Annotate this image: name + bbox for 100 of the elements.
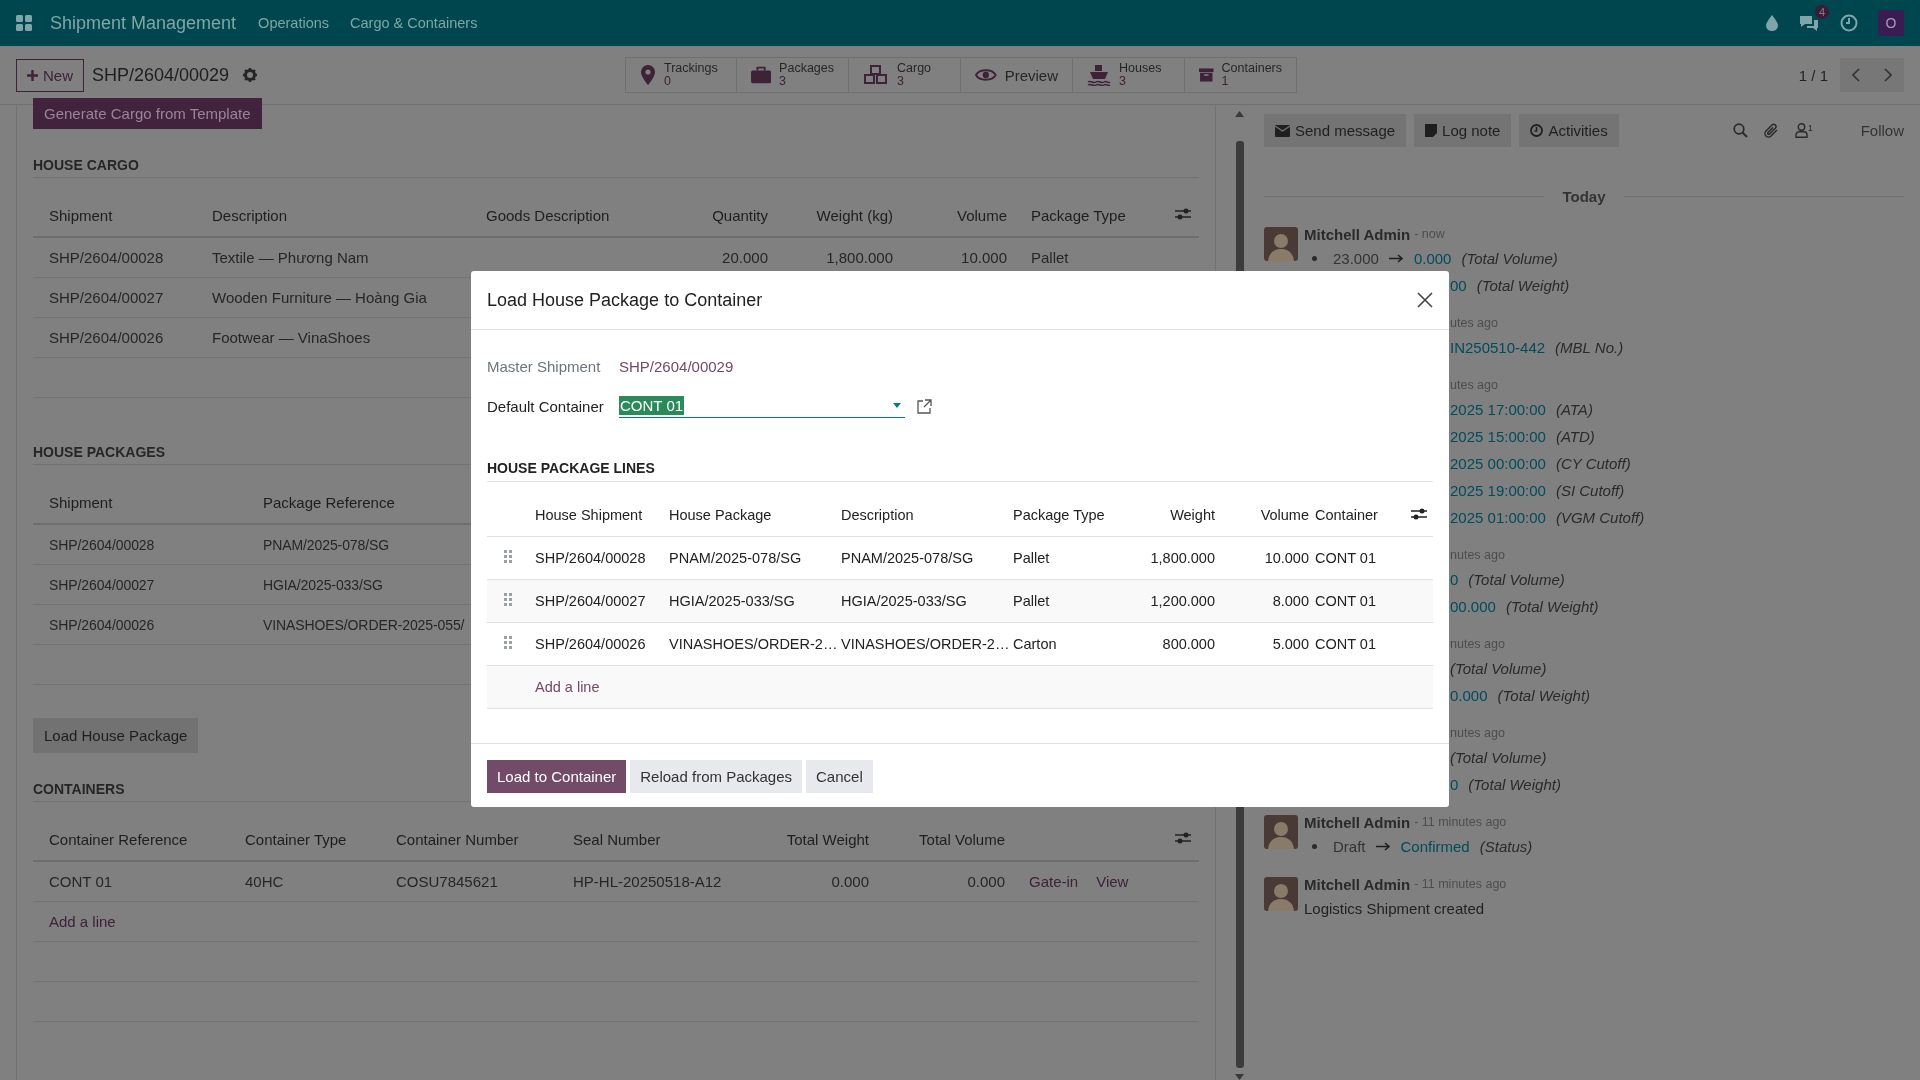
- scroll-down-arrow-icon[interactable]: [1235, 1074, 1244, 1080]
- ship-icon: [1087, 64, 1111, 86]
- column-header[interactable]: Shipment: [49, 493, 113, 511]
- load-house-package-button[interactable]: Load House Package: [33, 718, 199, 753]
- column-header[interactable]: Package Reference: [263, 493, 395, 511]
- column-header[interactable]: Quantity: [712, 206, 768, 224]
- field-name: (ATD): [1555, 428, 1595, 445]
- field-name: (Status): [1479, 838, 1533, 855]
- field-name: (VGM Cutoff): [1555, 509, 1645, 526]
- follow-button[interactable]: Follow: [1860, 122, 1904, 139]
- scroll-up-arrow-icon[interactable]: [1235, 111, 1244, 117]
- app-grid-icon[interactable]: [16, 15, 32, 31]
- drag-handle-icon[interactable]: [504, 636, 512, 649]
- person-icon: [1795, 123, 1808, 138]
- column-header[interactable]: Total Weight: [786, 830, 869, 848]
- table-cell: 1,800.000: [826, 249, 893, 266]
- table-cell: SHP/2604/00026: [535, 636, 646, 652]
- smart-button[interactable]: Containers 1: [1185, 57, 1297, 93]
- add-line-link[interactable]: Add a line: [535, 679, 600, 695]
- column-header[interactable]: Volume: [956, 206, 1007, 224]
- column-header[interactable]: Volume: [1260, 507, 1309, 523]
- table-cell: VINASHOES/ORDER-2…: [669, 636, 838, 652]
- default-container-field[interactable]: CONT 01: [619, 394, 905, 418]
- column-header[interactable]: House Shipment: [535, 507, 643, 523]
- column-header[interactable]: Package Type: [1013, 507, 1105, 523]
- table-cell: 10.000: [1264, 550, 1309, 566]
- column-header[interactable]: Container Number: [396, 830, 519, 848]
- section-title: HOUSE CARGO: [33, 157, 1199, 178]
- paperclip-icon[interactable]: [1764, 122, 1779, 139]
- menu-item[interactable]: Cargo & Containers: [350, 15, 478, 31]
- new-value: IN250510-442: [1450, 339, 1546, 356]
- column-header[interactable]: Description: [841, 507, 914, 523]
- table-cell: 8.000: [1272, 593, 1309, 609]
- message-author[interactable]: Mitchell Admin: [1304, 875, 1411, 893]
- record-title: SHP/2604/00029: [92, 64, 230, 86]
- load-to-container-button[interactable]: Load to Container: [487, 760, 627, 793]
- table-cell: 10.000: [961, 249, 1007, 266]
- column-header[interactable]: Package Type: [1031, 206, 1126, 224]
- table-cell: SHP/2604/00027: [49, 289, 164, 306]
- field-label: Master Shipment: [487, 357, 602, 375]
- close-icon[interactable]: [1417, 292, 1433, 308]
- chatter-button[interactable]: Log note: [1414, 114, 1512, 147]
- table-cell: VINASHOES/ORDER-2…: [841, 636, 1010, 652]
- dialog-title: Load House Package to Container: [487, 289, 763, 311]
- message-author[interactable]: Mitchell Admin: [1304, 813, 1411, 831]
- smart-button[interactable]: Cargo 3: [849, 57, 961, 93]
- clock-icon[interactable]: [1840, 14, 1858, 32]
- avatar-icon: [1264, 815, 1298, 849]
- column-header[interactable]: Seal Number: [573, 830, 661, 848]
- add-line-link[interactable]: Add a line: [49, 913, 116, 930]
- external-link-icon[interactable]: [917, 398, 932, 414]
- column-header[interactable]: Weight (kg): [816, 206, 893, 224]
- note-icon: [1425, 124, 1438, 137]
- table-cell: CONT 01: [1315, 636, 1376, 652]
- chatter-button[interactable]: Activities: [1519, 114, 1619, 147]
- caret-icon: [893, 403, 901, 408]
- column-settings-icon[interactable]: [1411, 506, 1427, 521]
- drag-handle-icon[interactable]: [504, 550, 512, 563]
- table-cell: PNAM/2025-078/SG: [841, 550, 974, 566]
- column-header[interactable]: Container: [1315, 507, 1378, 523]
- master-shipment-link[interactable]: SHP/2604/00029: [619, 357, 734, 375]
- menu-item[interactable]: Operations: [258, 15, 330, 31]
- column-header[interactable]: Goods Description: [486, 206, 610, 224]
- search-icon[interactable]: [1733, 123, 1748, 138]
- chatter-button[interactable]: Send message: [1264, 114, 1407, 147]
- chat-icon[interactable]: [1798, 14, 1820, 32]
- column-header[interactable]: Container Reference: [49, 830, 188, 848]
- column-header[interactable]: Description: [212, 206, 288, 224]
- notification-badge: 4: [1814, 5, 1829, 19]
- smart-button[interactable]: Trackings 0: [625, 57, 737, 93]
- generate-cargo-button[interactable]: Generate Cargo from Template: [33, 98, 262, 129]
- new-value: 00: [1450, 277, 1467, 294]
- dialog-button[interactable]: Cancel: [806, 760, 873, 793]
- new-button[interactable]: New: [16, 58, 84, 92]
- arrow-icon: [1375, 842, 1391, 851]
- table-cell: Pallet: [1031, 249, 1069, 266]
- followers-button[interactable]: 1: [1795, 123, 1813, 138]
- column-header[interactable]: Container Type: [245, 830, 347, 848]
- new-value: 0.000: [1413, 250, 1452, 267]
- user-avatar[interactable]: O: [1878, 10, 1904, 36]
- row-action-link[interactable]: Gate-in: [1029, 873, 1079, 890]
- table-cell: CONT 01: [1315, 550, 1376, 566]
- app-name[interactable]: Shipment Management: [50, 12, 237, 34]
- column-header[interactable]: Weight: [1170, 507, 1215, 523]
- table-cell: Pallet: [1013, 593, 1050, 609]
- avatar-icon: [1264, 877, 1298, 911]
- smart-button[interactable]: Houses 3: [1073, 57, 1185, 93]
- row-action-link[interactable]: View: [1096, 873, 1129, 890]
- new-value: 0: [1450, 776, 1459, 793]
- droplet-icon[interactable]: [1766, 15, 1778, 31]
- column-header[interactable]: House Package: [669, 507, 772, 523]
- drag-handle-icon[interactable]: [504, 593, 512, 606]
- message-author[interactable]: Mitchell Admin: [1304, 225, 1411, 243]
- column-header[interactable]: Shipment: [49, 206, 113, 224]
- dialog-button[interactable]: Reload from Packages: [630, 760, 802, 793]
- column-header[interactable]: Total Volume: [919, 830, 1005, 848]
- arrow-icon: [1388, 254, 1404, 263]
- smart-button[interactable]: Packages 3: [737, 57, 849, 93]
- smart-button[interactable]: Preview: [961, 57, 1073, 93]
- settings-icon[interactable]: [243, 68, 258, 82]
